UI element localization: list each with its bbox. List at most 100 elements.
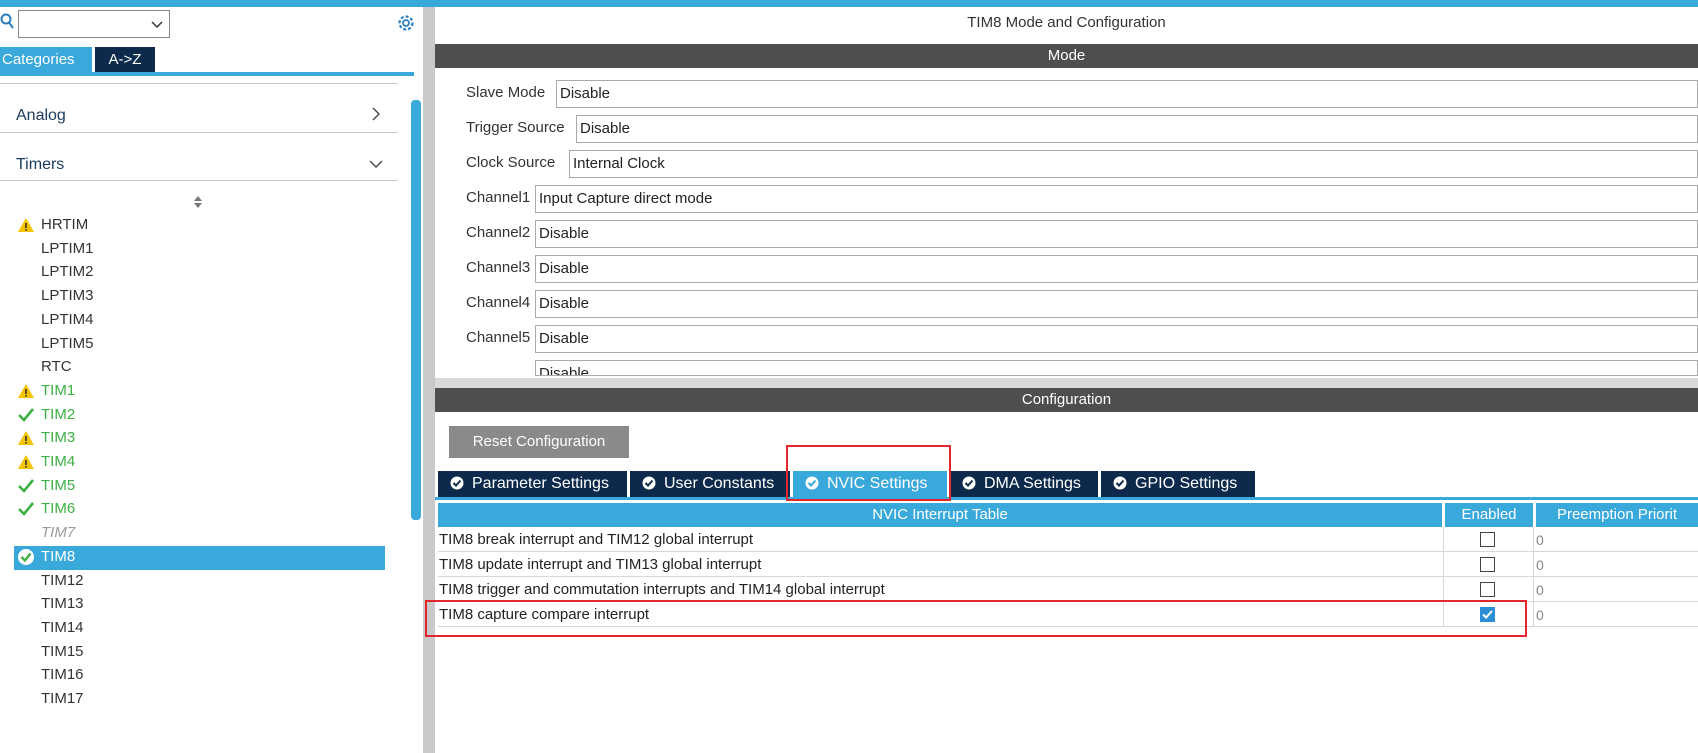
tree-item-lptim4[interactable]: LPTIM4 — [41, 309, 94, 331]
configuration-header: Configuration — [435, 388, 1698, 412]
mode-value: Disable — [539, 295, 590, 312]
priority-value[interactable]: 0 — [1536, 582, 1544, 598]
mode-select-8[interactable]: Disable — [535, 360, 1698, 376]
tree-item-tim14[interactable]: TIM14 — [41, 617, 84, 639]
tree-item-tim17[interactable]: TIM17 — [41, 688, 84, 710]
mode-value: Internal Clock — [573, 155, 665, 172]
mode-value: Disable — [539, 260, 590, 277]
tab-label: GPIO Settings — [1135, 475, 1238, 492]
tree-item-lptim1[interactable]: LPTIM1 — [41, 238, 94, 260]
checkmark-icon — [18, 502, 35, 517]
nvic-tab-highlight-box — [786, 445, 951, 501]
interrupt-name: TIM8 break interrupt and TIM12 global in… — [439, 531, 754, 548]
tab-parameter-settings[interactable]: Parameter Settings — [438, 471, 627, 497]
enabled-checkbox[interactable] — [1480, 557, 1495, 572]
checkmark-icon — [18, 407, 35, 422]
mode-label-6: Channel4 — [466, 294, 531, 311]
mode-select-4[interactable]: Disable — [535, 220, 1698, 248]
tree-item-tim8[interactable]: TIM8 — [41, 546, 75, 568]
tab-user-constants[interactable]: User Constants — [630, 471, 790, 497]
enabled-checkbox[interactable] — [1480, 532, 1495, 547]
chevron-right-icon[interactable] — [369, 107, 383, 121]
tree-item-tim6[interactable]: TIM6 — [41, 498, 75, 520]
left-scrollbar[interactable] — [411, 100, 421, 520]
separator — [0, 132, 398, 133]
interrupt-name: TIM8 update interrupt and TIM13 global i… — [439, 556, 762, 573]
tree-item-hrtim[interactable]: HRTIM — [41, 214, 88, 236]
group-timers[interactable]: Timers — [16, 156, 64, 174]
priority-value[interactable]: 0 — [1536, 532, 1544, 548]
check-circle-icon — [18, 548, 34, 565]
search-combobox[interactable] — [18, 10, 170, 38]
preemption-priority-header: Preemption Priorit — [1536, 503, 1698, 527]
tab-dma-settings[interactable]: DMA Settings — [950, 471, 1098, 497]
column-divider — [1533, 527, 1534, 627]
tab-a-to-z[interactable]: A->Z — [95, 47, 155, 72]
tab-categories[interactable]: Categories — [0, 47, 92, 72]
group-analog[interactable]: Analog — [16, 107, 66, 125]
separator — [0, 180, 398, 181]
panel-divider[interactable] — [423, 7, 435, 753]
mode-select-5[interactable]: Disable — [535, 255, 1698, 283]
mode-select-6[interactable]: Disable — [535, 290, 1698, 318]
tab-underline — [435, 497, 1698, 500]
search-icon[interactable] — [0, 13, 14, 29]
tree-item-tim13[interactable]: TIM13 — [41, 593, 84, 615]
mode-value: Input Capture direct mode — [539, 190, 713, 207]
top-accent-strip — [0, 0, 1698, 7]
mode-label-3: Channel1 — [466, 189, 531, 206]
mode-select-7[interactable]: Disable — [535, 325, 1698, 353]
mode-select-1[interactable]: Disable — [576, 115, 1698, 143]
mode-select-0[interactable]: Disable — [556, 80, 1698, 108]
chevron-down-icon[interactable] — [369, 157, 383, 171]
mode-value: Disable — [539, 330, 590, 347]
mode-value: Disable — [539, 365, 590, 376]
mode-label-0: Slave Mode — [466, 84, 546, 101]
tab-label: DMA Settings — [984, 475, 1081, 492]
mode-select-2[interactable]: Internal Clock — [569, 150, 1698, 178]
warning-icon — [18, 383, 34, 398]
chevron-down-icon — [151, 21, 163, 29]
tree-item-tim16[interactable]: TIM16 — [41, 664, 84, 686]
check-circle-icon — [450, 476, 464, 490]
enabled-header: Enabled — [1445, 503, 1533, 527]
capture-compare-highlight-box — [425, 600, 1527, 637]
tree-item-tim4[interactable]: TIM4 — [41, 451, 75, 473]
warning-icon — [18, 431, 34, 446]
reset-configuration-button[interactable]: Reset Configuration — [449, 426, 629, 458]
tree-item-tim1[interactable]: TIM1 — [41, 380, 75, 402]
nvic-table-header: NVIC Interrupt Table — [438, 503, 1442, 527]
mode-label-1: Trigger Source — [466, 119, 565, 136]
tree-item-tim5[interactable]: TIM5 — [41, 475, 75, 497]
enabled-checkbox[interactable] — [1480, 582, 1495, 597]
tree-item-lptim2[interactable]: LPTIM2 — [41, 261, 94, 283]
separator — [0, 83, 398, 84]
mode-value: Disable — [580, 120, 631, 137]
tree-item-tim12[interactable]: TIM12 — [41, 570, 84, 592]
check-circle-icon — [962, 476, 976, 490]
tree-item-lptim5[interactable]: LPTIM5 — [41, 333, 94, 355]
tree-item-lptim3[interactable]: LPTIM3 — [41, 285, 94, 307]
tree-item-tim7[interactable]: TIM7 — [41, 522, 75, 544]
tree-item-tim2[interactable]: TIM2 — [41, 404, 75, 426]
tree-item-tim3[interactable]: TIM3 — [41, 427, 75, 449]
gear-icon[interactable] — [395, 12, 417, 34]
warning-icon — [18, 455, 34, 469]
mode-label-7: Channel5 — [466, 329, 531, 346]
tree-item-tim15[interactable]: TIM15 — [41, 641, 84, 663]
check-circle-icon — [642, 476, 656, 490]
mode-label-2: Clock Source — [466, 154, 556, 171]
mode-value: Disable — [560, 85, 611, 102]
mode-select-3[interactable]: Input Capture direct mode — [535, 185, 1698, 213]
mode-value: Disable — [539, 225, 590, 242]
priority-value[interactable]: 0 — [1536, 557, 1544, 573]
tab-underline — [0, 72, 414, 76]
mode-label-4: Channel2 — [466, 224, 531, 241]
priority-value[interactable]: 0 — [1536, 607, 1544, 623]
checkmark-icon — [18, 478, 35, 493]
tab-gpio-settings[interactable]: GPIO Settings — [1101, 471, 1255, 497]
tab-label: User Constants — [664, 475, 775, 492]
interrupt-name: TIM8 trigger and commutation interrupts … — [439, 581, 885, 598]
tree-item-rtc[interactable]: RTC — [41, 356, 72, 378]
sort-icon[interactable] — [192, 195, 204, 209]
